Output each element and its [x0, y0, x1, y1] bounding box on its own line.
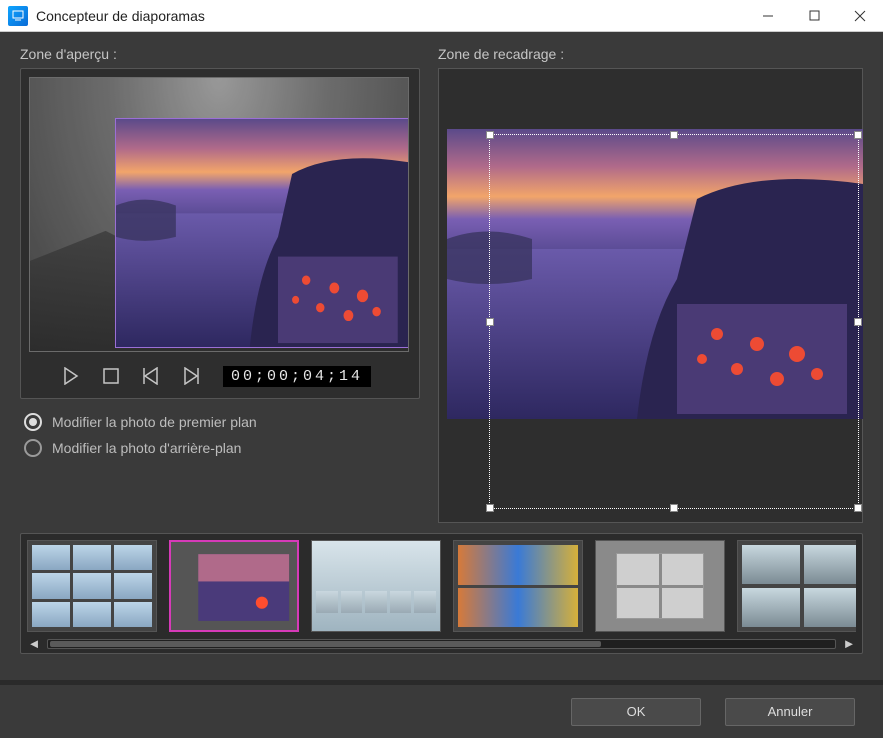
close-button[interactable]: [837, 0, 883, 32]
foreground-photo[interactable]: [115, 118, 409, 348]
play-icon: [63, 367, 79, 385]
stop-icon: [103, 368, 119, 384]
radio-foreground[interactable]: Modifier la photo de premier plan: [24, 409, 416, 435]
titlebar: Concepteur de diaporamas: [0, 0, 883, 32]
radio-foreground-label: Modifier la photo de premier plan: [52, 414, 257, 430]
preview-canvas: [29, 77, 409, 352]
crop-handle-sw[interactable]: [486, 504, 494, 512]
filmstrip-preview: [316, 591, 436, 613]
stop-button[interactable]: [99, 364, 123, 388]
scrollbar-thumb[interactable]: [50, 641, 601, 647]
window-controls: [745, 0, 883, 32]
jump-preview: [742, 545, 856, 627]
thumbnail-3[interactable]: [311, 540, 441, 632]
collage-grid-preview: [32, 545, 152, 627]
prev-frame-icon: [143, 367, 159, 385]
ok-button[interactable]: OK: [571, 698, 701, 726]
content-area: Zone d'aperçu :: [0, 32, 883, 680]
scrollbar-track[interactable]: [47, 639, 836, 649]
thumbnail-scrollbar: ◄ ►: [27, 636, 856, 651]
thumbnail-5[interactable]: [595, 540, 725, 632]
thumbnail-1[interactable]: [27, 540, 157, 632]
thumbnail-2[interactable]: [169, 540, 299, 632]
play-button[interactable]: [59, 364, 83, 388]
thumbnail-4[interactable]: [453, 540, 583, 632]
radio-icon: [24, 413, 42, 431]
timecode-display[interactable]: 00;00;04;14: [223, 366, 371, 387]
radio-icon: [24, 439, 42, 457]
quad-preview: [616, 553, 704, 619]
mirror-preview: [458, 545, 578, 627]
next-frame-button[interactable]: [179, 364, 203, 388]
crop-column: Zone de recadrage :: [438, 46, 863, 523]
minimize-icon: [762, 10, 774, 22]
scroll-right-button[interactable]: ►: [842, 636, 856, 651]
photo-layer-options: Modifier la photo de premier plan Modifi…: [20, 399, 420, 465]
thumbnail-row: [27, 540, 856, 632]
thumbnail-6[interactable]: [737, 540, 856, 632]
crop-handle-ne[interactable]: [854, 131, 862, 139]
crop-handle-s[interactable]: [670, 504, 678, 512]
radio-background-label: Modifier la photo d'arrière-plan: [52, 440, 241, 456]
minimize-button[interactable]: [745, 0, 791, 32]
close-icon: [854, 10, 866, 22]
preview-label: Zone d'aperçu :: [20, 46, 420, 62]
app-icon: [8, 6, 28, 26]
preview-column: Zone d'aperçu :: [20, 46, 420, 523]
playback-controls: 00;00;04;14: [29, 352, 411, 392]
dialog-footer: OK Annuler: [0, 680, 883, 738]
crop-handle-e[interactable]: [854, 318, 862, 326]
radio-background[interactable]: Modifier la photo d'arrière-plan: [24, 435, 416, 461]
crop-handle-n[interactable]: [670, 131, 678, 139]
window-title: Concepteur de diaporamas: [36, 8, 205, 24]
maximize-icon: [809, 10, 820, 21]
preview-panel: 00;00;04;14: [20, 68, 420, 399]
crop-handle-se[interactable]: [854, 504, 862, 512]
crop-handle-w[interactable]: [486, 318, 494, 326]
cancel-button[interactable]: Annuler: [725, 698, 855, 726]
crop-handle-nw[interactable]: [486, 131, 494, 139]
slide-thumbnails: ◄ ►: [20, 533, 863, 654]
next-frame-icon: [183, 367, 199, 385]
sunset-preview: [171, 542, 297, 630]
top-row: Zone d'aperçu :: [20, 46, 863, 523]
crop-panel: [438, 68, 863, 523]
crop-rectangle[interactable]: [489, 134, 859, 509]
sunset-image: [116, 119, 409, 347]
maximize-button[interactable]: [791, 0, 837, 32]
scroll-left-button[interactable]: ◄: [27, 636, 41, 651]
prev-frame-button[interactable]: [139, 364, 163, 388]
crop-label: Zone de recadrage :: [438, 46, 863, 62]
beach-preview: [312, 541, 440, 631]
slideshow-designer-window: Concepteur de diaporamas Zone d'aperçu :: [0, 0, 883, 738]
